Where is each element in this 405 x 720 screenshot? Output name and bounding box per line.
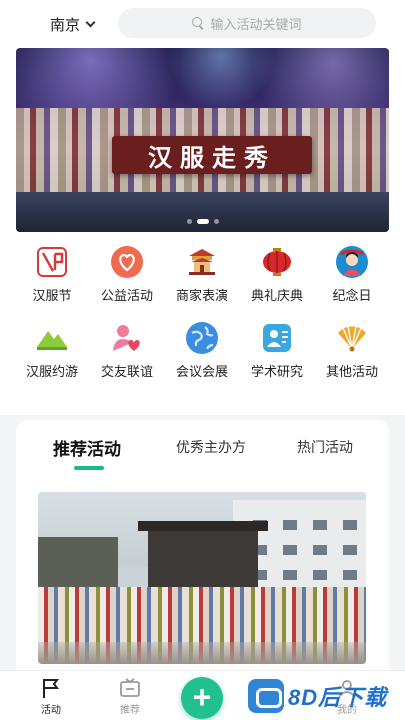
city-label: 南京: [50, 17, 81, 34]
category-label: 学术研究: [250, 364, 303, 379]
nav-activity[interactable]: 活动: [21, 677, 81, 716]
banner-title: 汉服走秀: [112, 136, 312, 174]
category-conference[interactable]: 会议会展: [166, 321, 238, 380]
category-label: 纪念日: [332, 288, 372, 303]
category-ceremony[interactable]: 典礼庆典: [241, 245, 313, 304]
category-anniversary[interactable]: 纪念日: [316, 245, 388, 304]
category-label: 商家表演: [175, 288, 228, 303]
category-label: 典礼庆典: [250, 288, 303, 303]
academic-person-icon: [260, 321, 294, 355]
search-input[interactable]: 输入活动关键词: [118, 8, 376, 38]
watermark-text: 8D后下载: [288, 685, 388, 710]
category-social[interactable]: 交友联谊: [91, 321, 163, 380]
tv-icon: [120, 678, 140, 697]
category-other[interactable]: 其他活动: [316, 321, 388, 380]
lantern-icon: [260, 245, 294, 279]
category-charity[interactable]: 公益活动: [91, 245, 163, 304]
hanfu-festival-icon: [35, 245, 69, 279]
banner-stage-lights: [16, 48, 389, 108]
tab-active-indicator: [74, 466, 104, 470]
category-label: 会议会展: [175, 364, 228, 379]
mountain-trip-icon: [35, 321, 69, 355]
watermark: 8D后下载: [248, 674, 405, 718]
banner-carousel[interactable]: 汉服走秀: [16, 48, 389, 232]
fan-icon: [335, 321, 369, 355]
category-label: 其他活动: [325, 364, 378, 379]
globe-meeting-icon: [185, 321, 219, 355]
pavilion-stage-icon: [185, 245, 219, 279]
friends-heart-icon: [110, 321, 144, 355]
carousel-dot: [186, 219, 192, 224]
add-button[interactable]: +: [181, 677, 223, 719]
charity-heart-icon: [110, 245, 144, 279]
category-label: 交友联谊: [100, 364, 153, 379]
anniversary-portrait-icon: [335, 245, 369, 279]
category-hanfu-festival[interactable]: 汉服节: [16, 245, 88, 304]
banner-water: [16, 192, 389, 232]
activity-tabs: 推荐活动 优秀主办方 热门活动: [16, 425, 389, 475]
category-label: 汉服约游: [25, 364, 78, 379]
carousel-indicators: [16, 219, 389, 224]
tab-top-organizers[interactable]: 优秀主办方: [176, 437, 246, 457]
nav-label: 推荐: [120, 705, 140, 716]
nav-recommend[interactable]: 推荐: [100, 677, 160, 716]
category-hanfu-trip[interactable]: 汉服约游: [16, 321, 88, 380]
carousel-dot: [213, 219, 219, 224]
nav-label: 活动: [41, 705, 61, 716]
category-merchant-performance[interactable]: 商家表演: [166, 245, 238, 304]
search-placeholder: 输入活动关键词: [210, 16, 302, 32]
watermark-logo-icon: [248, 679, 284, 713]
flag-icon: [43, 679, 59, 698]
city-selector[interactable]: 南京: [50, 14, 96, 35]
category-academic[interactable]: 学术研究: [241, 321, 313, 380]
tab-hot-activities[interactable]: 热门活动: [297, 437, 353, 457]
category-label: 公益活动: [100, 288, 153, 303]
tab-recommended[interactable]: 推荐活动: [53, 435, 121, 460]
search-icon: [192, 17, 204, 29]
activity-photo[interactable]: [38, 492, 366, 664]
category-label: 汉服节: [32, 288, 72, 303]
photo-crowd: [38, 587, 366, 664]
chevron-down-icon: [85, 17, 96, 28]
carousel-dot-active: [196, 219, 209, 224]
